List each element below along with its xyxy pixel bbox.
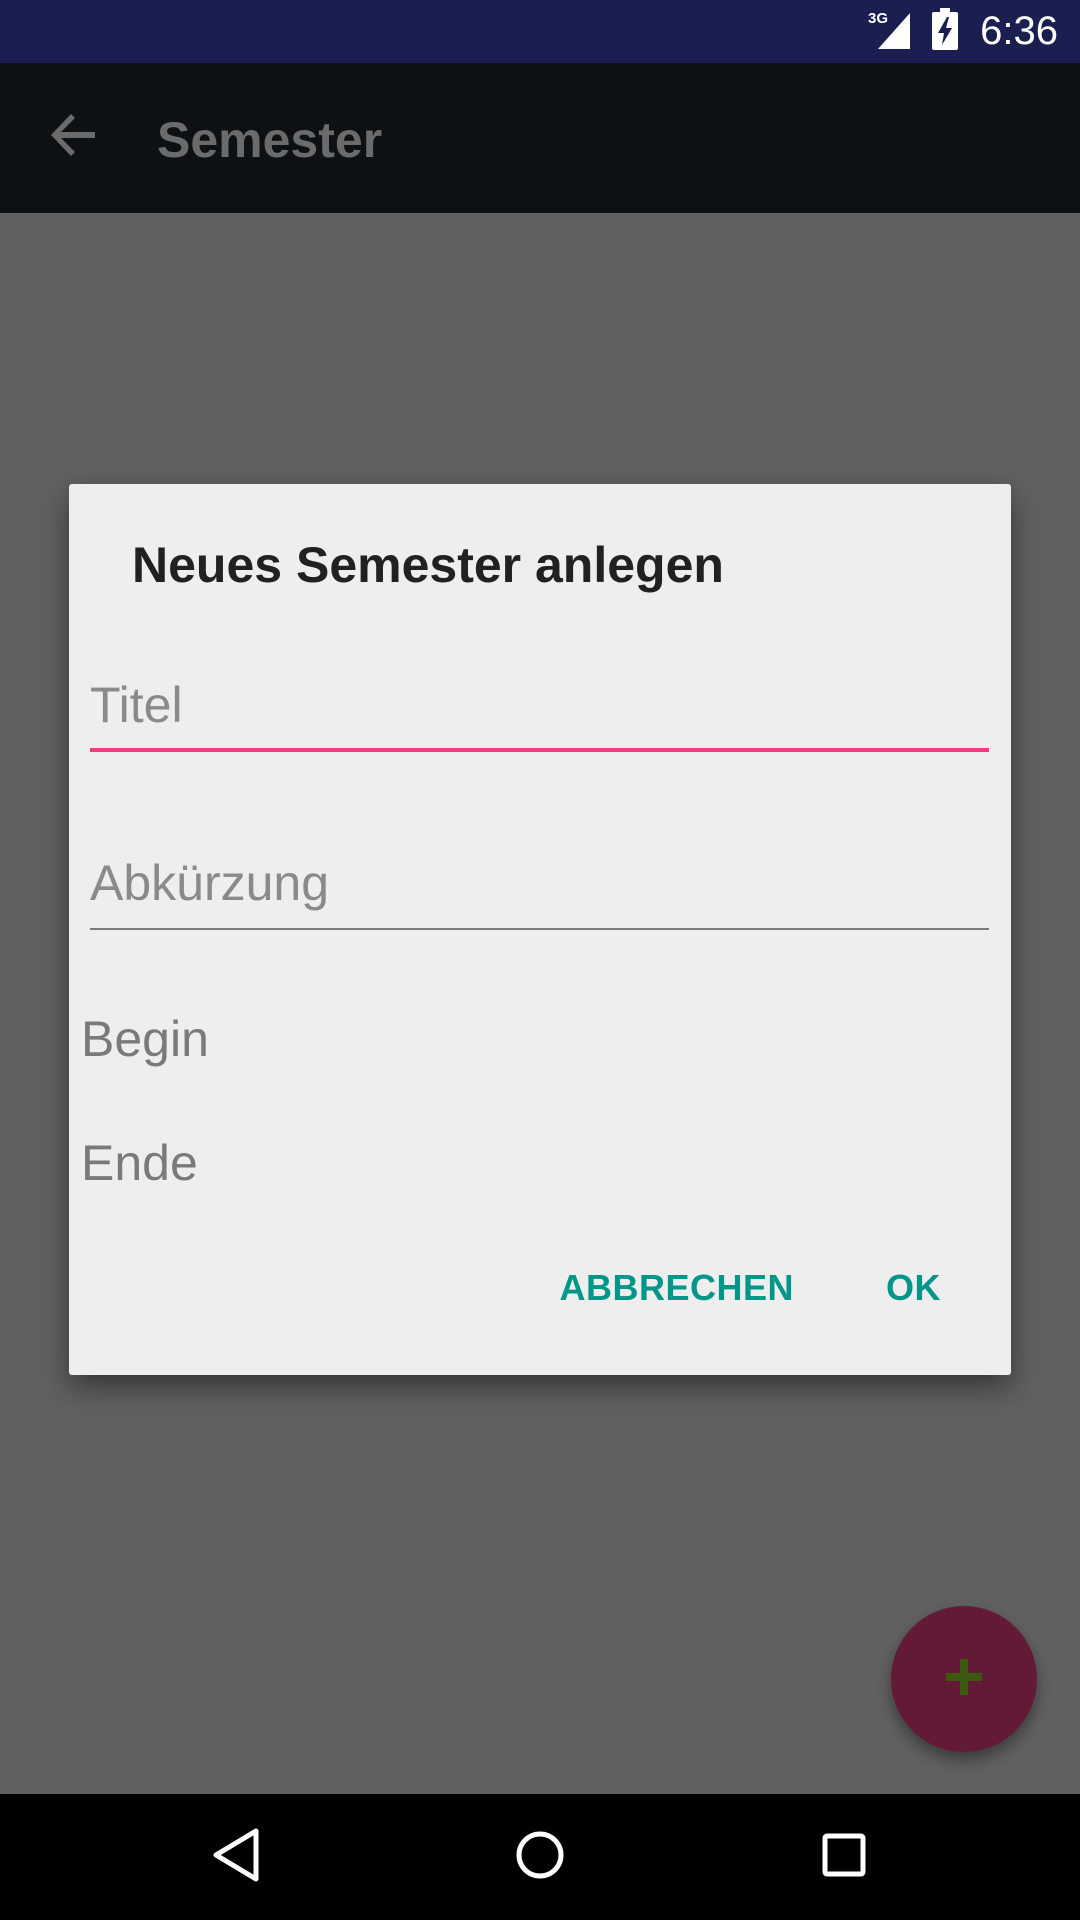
add-semester-fab[interactable] <box>891 1606 1037 1752</box>
dialog-title: Neues Semester anlegen <box>132 537 724 593</box>
status-icons: 3G 6:36 <box>866 0 1058 63</box>
new-semester-dialog: Neues Semester anlegen Begin Ende ABBREC… <box>69 484 1011 1375</box>
end-date-picker[interactable]: Ende <box>81 1134 198 1192</box>
dialog-actions: ABBRECHEN OK <box>559 1267 941 1309</box>
abbreviation-input[interactable] <box>90 848 989 918</box>
nav-home-button[interactable] <box>510 1827 570 1887</box>
battery-charging-icon <box>932 8 959 55</box>
page-title: Semester <box>157 112 383 168</box>
square-recents-icon <box>820 1831 868 1884</box>
network-type-label: 3G <box>868 10 888 27</box>
arrow-back-icon <box>49 110 99 165</box>
cancel-button[interactable]: ABBRECHEN <box>559 1267 794 1309</box>
title-field <box>90 670 989 752</box>
signal-3g-icon: 3G <box>866 7 914 56</box>
abbreviation-field <box>90 848 989 930</box>
title-input[interactable] <box>90 670 989 740</box>
circle-home-icon <box>514 1829 566 1886</box>
navigation-bar <box>0 1794 1080 1920</box>
triangle-back-icon <box>210 1827 262 1888</box>
status-bar: 3G 6:36 <box>0 0 1080 63</box>
abbreviation-input-underline <box>90 928 989 930</box>
ok-button[interactable]: OK <box>886 1267 941 1309</box>
back-button[interactable] <box>40 103 108 171</box>
app-bar: Semester <box>0 63 1080 213</box>
nav-back-button[interactable] <box>206 1827 266 1887</box>
plus-icon <box>944 1657 984 1702</box>
clock: 6:36 <box>980 9 1058 53</box>
title-input-underline <box>90 748 989 752</box>
nav-recents-button[interactable] <box>814 1827 874 1887</box>
begin-date-picker[interactable]: Begin <box>81 1010 209 1068</box>
